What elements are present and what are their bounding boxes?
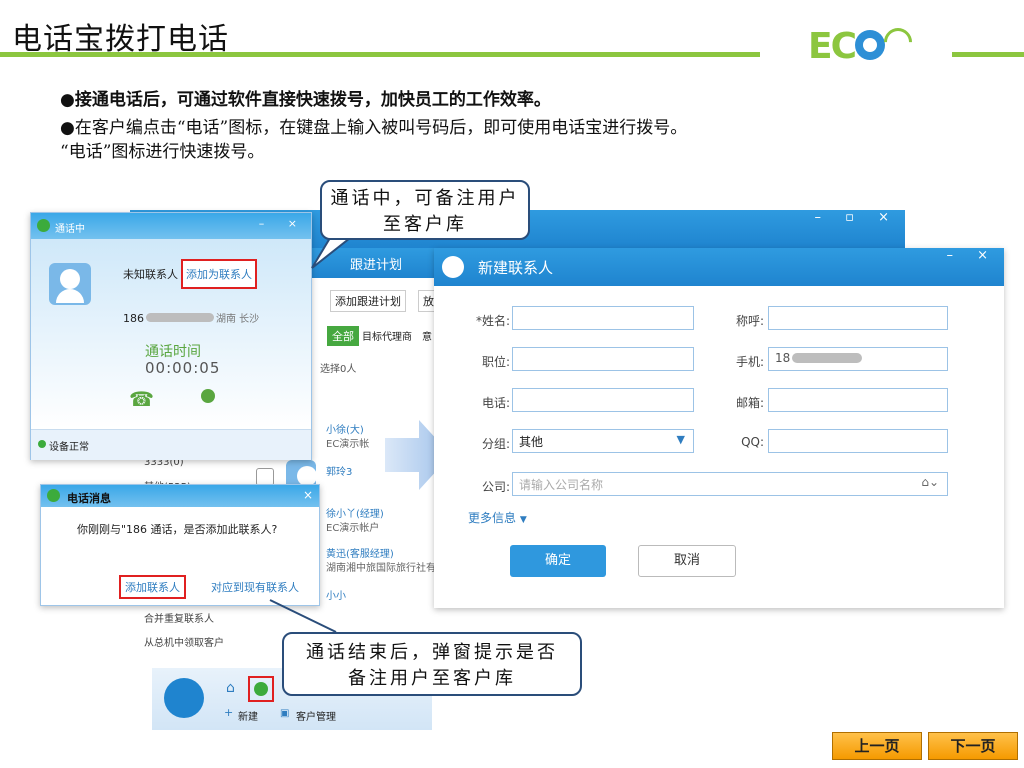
callout-top: 通话中，可备注用户至客户库 (320, 180, 530, 240)
prev-page-button[interactable]: 上一页 (832, 732, 922, 760)
callout-bottom: 通话结束后，弹窗提示是否备注用户至客户库 (282, 632, 582, 696)
next-page-button[interactable]: 下一页 (928, 732, 1018, 760)
